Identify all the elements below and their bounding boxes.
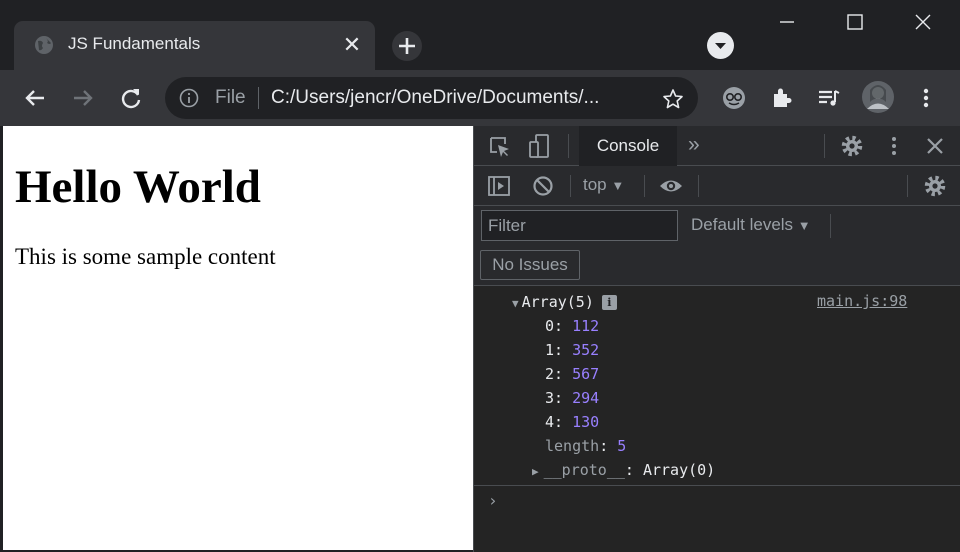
toolbar-divider — [830, 214, 831, 238]
array-item: 1: 352 — [545, 341, 600, 359]
minimize-button[interactable] — [754, 0, 820, 45]
log-levels-dropdown[interactable]: Default levels ▼ — [691, 215, 811, 235]
media-playlist-icon[interactable] — [814, 83, 844, 113]
url-text[interactable]: C:/Users/jencr/OneDrive/Documents/... — [271, 87, 599, 109]
context-value: top — [583, 175, 607, 194]
new-tab-icon[interactable] — [392, 31, 422, 61]
sidebar-toggle-icon[interactable] — [486, 173, 512, 199]
length-key: length — [545, 437, 600, 455]
item-value: 567 — [572, 365, 600, 383]
page-heading: Hello World — [15, 161, 261, 213]
item-value: 352 — [572, 341, 600, 359]
toolbar-divider — [698, 175, 699, 197]
item-index: 4 — [545, 413, 555, 431]
toolbar-divider — [570, 175, 571, 197]
item-value: 112 — [572, 317, 600, 335]
omnibox-divider — [258, 87, 259, 109]
extensions-puzzle-icon[interactable] — [767, 83, 797, 113]
log-levels-label: Default levels — [691, 215, 794, 234]
inspect-element-icon[interactable] — [487, 134, 513, 160]
item-index: 0 — [545, 317, 555, 335]
info-icon[interactable] — [179, 88, 199, 108]
more-tabs-icon[interactable]: » — [688, 133, 700, 157]
item-index: 2 — [545, 365, 555, 383]
tab-divider — [824, 134, 825, 158]
item-index: 3 — [545, 389, 555, 407]
context-selector[interactable]: top ▼ — [583, 175, 624, 195]
source-link[interactable]: main.js:98 — [817, 292, 907, 310]
array-item: 4: 130 — [545, 413, 600, 431]
dropdown-arrow-icon: ▼ — [611, 178, 625, 193]
devtools-panel: Console » top ▼ Filter Default levels ▼ … — [473, 126, 960, 552]
array-summary: Array(5) — [521, 293, 594, 311]
expand-triangle-icon[interactable]: ▶ — [532, 465, 539, 478]
tab-search-button[interactable] — [707, 32, 734, 59]
close-icon[interactable] — [922, 133, 948, 159]
window-close-button[interactable] — [890, 0, 956, 45]
chevron-down-icon — [715, 43, 726, 49]
bookmark-star-icon[interactable] — [662, 88, 684, 110]
tab-title: JS Fundamentals — [68, 34, 201, 53]
extension-face-icon[interactable] — [719, 83, 749, 113]
scheme-label: File — [215, 87, 246, 108]
console-toolbar: top ▼ — [474, 166, 960, 206]
issues-button[interactable]: No Issues — [480, 250, 580, 280]
item-value: 130 — [572, 413, 600, 431]
tab-divider — [568, 134, 569, 158]
proto-value: Array(0) — [642, 461, 716, 479]
address-bar[interactable]: File C:/Users/jencr/OneDrive/Documents/.… — [165, 77, 698, 119]
console-prompt-icon[interactable]: › — [488, 491, 498, 510]
maximize-button[interactable] — [822, 0, 888, 45]
settings-gear-icon[interactable] — [839, 133, 865, 159]
profile-avatar[interactable] — [861, 80, 895, 114]
page-viewport: Hello World This is some sample content — [0, 126, 473, 552]
console-output[interactable]: ▼ Array(5) i main.js:98 0: 112 1: 352 2: 5… — [474, 286, 960, 552]
length-value: 5 — [617, 437, 627, 455]
devtools-menu-icon[interactable] — [881, 133, 907, 159]
forward-arrow-icon[interactable] — [68, 83, 98, 113]
globe-icon — [35, 36, 53, 54]
browser-tab[interactable]: JS Fundamentals ✕ — [14, 21, 375, 70]
devtools-tab-bar: Console » — [474, 126, 960, 166]
array-item: 3: 294 — [545, 389, 600, 407]
tab-console[interactable]: Console — [579, 126, 677, 166]
array-item: 0: 112 — [545, 317, 600, 335]
info-badge-icon[interactable]: i — [601, 295, 617, 310]
item-index: 1 — [545, 341, 555, 359]
filter-input[interactable] — [481, 210, 678, 241]
browser-toolbar: File C:/Users/jencr/OneDrive/Documents/.… — [0, 70, 960, 126]
tab-strip: JS Fundamentals ✕ — [0, 0, 960, 70]
console-divider — [474, 485, 960, 486]
console-settings-gear-icon[interactable] — [922, 173, 948, 199]
reload-icon[interactable] — [116, 83, 146, 113]
more-vert-icon[interactable] — [911, 83, 941, 113]
expand-triangle-icon[interactable]: ▼ — [512, 297, 519, 310]
device-toolbar-icon[interactable] — [527, 133, 553, 159]
item-value: 294 — [572, 389, 600, 407]
log-entry-header[interactable]: ▼ Array(5) i — [512, 293, 617, 311]
dropdown-arrow-icon: ▼ — [797, 218, 811, 233]
page-paragraph: This is some sample content — [15, 244, 276, 269]
tab-close-icon[interactable]: ✕ — [340, 33, 364, 57]
console-filter-bar: Default levels ▼ No Issues — [474, 206, 960, 286]
proto-key: __proto__ — [543, 461, 625, 479]
toolbar-divider — [907, 175, 908, 197]
back-arrow-icon[interactable] — [20, 83, 50, 113]
clear-console-icon[interactable] — [530, 173, 556, 199]
array-proto[interactable]: ▶ __proto__: Array(0) — [532, 461, 715, 479]
toolbar-divider — [644, 175, 645, 197]
array-item: 2: 567 — [545, 365, 600, 383]
live-expression-eye-icon[interactable] — [658, 173, 684, 199]
array-length: length: 5 — [545, 437, 627, 455]
